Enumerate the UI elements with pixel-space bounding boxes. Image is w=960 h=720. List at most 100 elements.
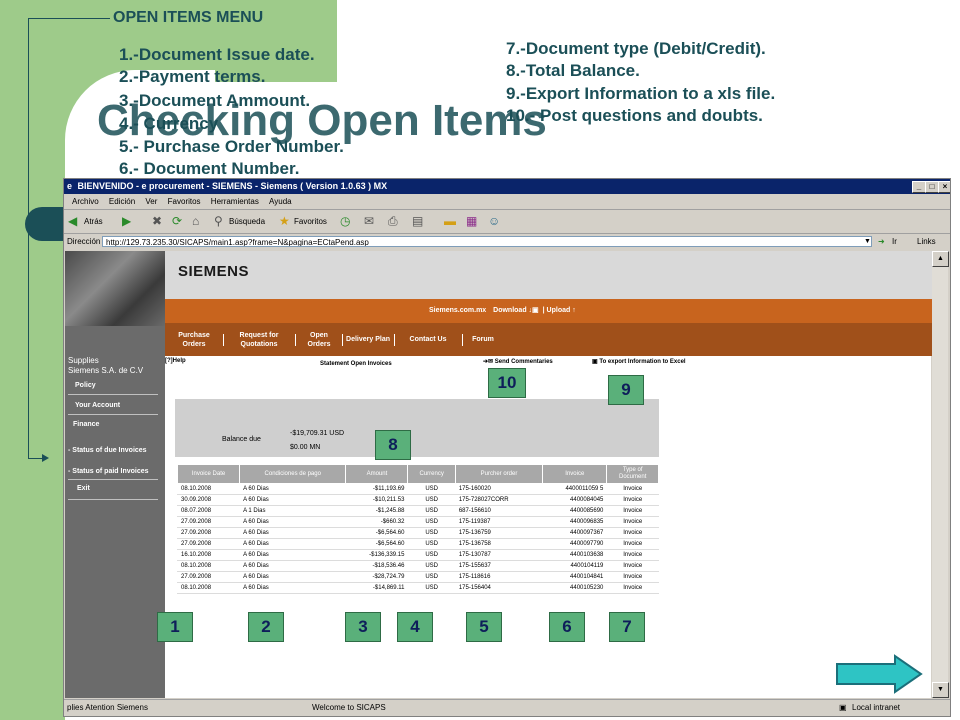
menu-edicion[interactable]: Edición [109,197,135,206]
back-icon[interactable]: ◀ [68,214,77,228]
menu-archivo[interactable]: Archivo [72,197,99,206]
table-header-row: Invoice Date Condiciones de pago Amount … [176,464,659,484]
search-icon[interactable]: ⚲ [214,214,223,228]
balance-label: Balance due [222,436,261,443]
sidebar-divider [68,394,158,395]
go-arrow-icon[interactable]: ➜ [878,234,885,250]
nav-delivery-plan[interactable]: Delivery Plan [346,323,390,356]
table-cell: USD [407,538,456,550]
table-cell: 4400085690 [542,505,608,517]
print-icon[interactable]: ⎙ [388,214,398,228]
edit-icon[interactable]: ▤ [412,214,423,228]
refresh-icon[interactable]: ⟳ [172,214,182,228]
sidebar-item-paid-invoices[interactable]: - Status of paid Invoices [65,467,168,477]
sidebar-item-policy[interactable]: Policy [65,381,175,391]
mail-icon[interactable]: ✉ [364,214,374,228]
back-label[interactable]: Atrás [84,217,103,226]
search-label[interactable]: Búsqueda [229,217,265,226]
download-link[interactable]: Download [493,307,526,314]
go-button[interactable]: Ir [892,234,897,250]
help-label[interactable]: Help [173,358,186,364]
col-purchase-order[interactable]: Purcher order [454,464,544,484]
nav-request-quotations[interactable]: Request for Quotations [227,323,291,356]
table-row[interactable]: 16.10.2008 A 60 Dias -$136,339.15 USD 175-13… [176,549,659,561]
table-cell: 4400084045 [542,494,608,506]
send-comments-label[interactable]: Send Commentaries [495,359,553,365]
forward-icon[interactable]: ▶ [122,214,131,228]
send-comments-link[interactable]: ➔✉ Send Commentaries [483,358,553,365]
favorites-icon[interactable]: ★ [279,214,290,228]
col-currency[interactable]: Currency [407,464,456,484]
table-cell: USD [407,571,456,583]
minimize-button[interactable]: _ [912,181,926,193]
table-row[interactable]: 08.10.2008 A 60 Dias -$11,193.69 USD 175-160… [176,483,659,495]
table-row[interactable]: 27.09.2008 A 60 Dias -$660.32 USD 175-119387… [176,516,659,528]
maximize-button[interactable]: □ [925,181,939,193]
nav-contact-us[interactable]: Contact Us [398,323,458,356]
address-dropdown-icon[interactable]: ▼ [864,234,871,250]
upload-link[interactable]: Upload [547,307,571,314]
sidebar-item-due-invoices[interactable]: - Status of due Invoices [65,446,168,456]
table-cell: 27.09.2008 [176,571,241,583]
bracket-arrow-icon [42,454,49,462]
table-cell: 175-130787 [454,549,544,561]
download-icon[interactable]: ↓▣ [527,307,539,314]
next-arrow-icon[interactable] [835,654,923,694]
table-row[interactable]: 27.09.2008 A 60 Dias -$6,564.60 USD 175-1367… [176,538,659,550]
supplier-name: Supplies Siemens S.A. de C.V [65,356,165,378]
browser-window: e BIENVENIDO - e procurement - SIEMENS -… [63,178,951,717]
home-icon[interactable]: ⌂ [192,214,199,228]
table-row[interactable]: 30.09.2008 A 60 Dias -$10,211.53 USD 175-728… [176,494,659,506]
table-cell: A 60 Dias [239,560,347,572]
table-cell: Invoice [606,516,659,528]
stop-icon[interactable]: ✖ [152,214,162,228]
nav-separator [462,334,463,346]
table-row[interactable]: 08.10.2008 A 60 Dias -$18,536.46 USD 175-155… [176,560,659,572]
sidebar-divider [68,414,158,415]
table-cell: 175-156404 [454,582,544,594]
scrollbar[interactable]: ▲ ▼ [932,251,949,698]
nav-forum[interactable]: Forum [466,323,500,356]
table-row[interactable]: 27.09.2008 A 60 Dias -$28,724.79 USD 175-118… [176,571,659,583]
messenger-icon[interactable]: ☺ [488,214,500,228]
menu-item: 10.- Post questions and doubts. [506,106,763,125]
upload-icon[interactable]: ↑ [570,307,576,314]
col-type[interactable]: Type of Document [606,464,659,484]
table-cell: Invoice [606,549,659,561]
export-excel-link[interactable]: ▣ To export Information to Excel [592,358,686,365]
export-excel-label[interactable]: To export Information to Excel [599,359,685,365]
scroll-down-icon[interactable]: ▼ [932,682,949,698]
sidebar-item-your-account[interactable]: Your Account [65,401,175,411]
history-icon[interactable]: ◷ [340,214,350,228]
col-payment-terms[interactable]: Condiciones de pago [239,464,347,484]
table-row[interactable]: 08.07.2008 A 1 Dias -$1,245.88 USD 687-15661… [176,505,659,517]
menu-favoritos[interactable]: Favoritos [168,197,201,206]
col-amount[interactable]: Amount [345,464,409,484]
col-invoice-date[interactable]: Invoice Date [176,464,241,484]
table-cell: -$10,211.53 [345,494,409,506]
nav-separator [342,334,343,346]
nav-open-orders[interactable]: Open Orders [299,323,339,356]
table-row[interactable]: 27.09.2008 A 60 Dias -$6,564.60 USD 175-1367… [176,527,659,539]
sidebar-item-finance[interactable]: Finance [65,420,173,430]
help-icon[interactable]: [?] [165,358,173,364]
menu-ayuda[interactable]: Ayuda [269,197,292,206]
scroll-up-icon[interactable]: ▲ [932,251,949,267]
col-invoice[interactable]: Invoice [542,464,608,484]
address-input[interactable]: http://129.73.235.30/SICAPS/main1.asp?fr… [102,236,872,247]
menu-ver[interactable]: Ver [145,197,157,206]
sidebar-item-exit[interactable]: Exit [65,484,177,494]
research-icon[interactable]: ▦ [466,214,477,228]
close-button[interactable]: × [938,181,950,193]
menu-herramientas[interactable]: Herramientas [211,197,259,206]
site-link[interactable]: Siemens.com.mx [429,307,486,314]
links-button[interactable]: Links [917,234,936,250]
send-mail-icon[interactable]: ➔✉ [483,359,495,365]
favorites-label[interactable]: Favoritos [294,217,327,226]
table-row[interactable]: 08.10.2008 A 60 Dias -$14,869.11 USD 175-156… [176,582,659,594]
help-link[interactable]: [?]Help [165,358,186,364]
nav-purchase-orders[interactable]: Purchase Orders [169,323,219,356]
siemens-logo: SIEMENS [178,263,250,280]
folder-icon[interactable]: ▬ [444,214,456,228]
table-cell: 4400097367 [542,527,608,539]
